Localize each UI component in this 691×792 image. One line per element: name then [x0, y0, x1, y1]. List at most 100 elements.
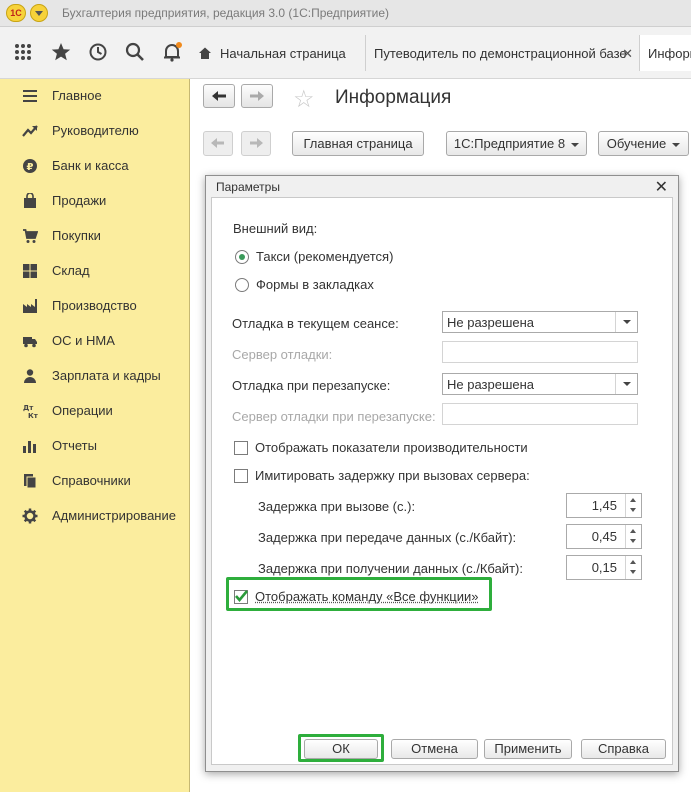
home-page-button[interactable]: Главная страница: [292, 131, 424, 156]
browser-back-button[interactable]: [203, 131, 233, 156]
debit-credit-icon: ДтКт: [22, 403, 38, 419]
1c-logo-icon[interactable]: 1С: [6, 4, 26, 22]
favorites-star-icon[interactable]: [50, 41, 72, 63]
sidebar-item-operations[interactable]: Дт Кт Операции: [0, 394, 190, 429]
apply-button[interactable]: Применить: [484, 739, 572, 759]
sidebar-item-production[interactable]: Производство: [0, 289, 190, 324]
delay-receive-label: Задержка при получении данных (с./Кбайт)…: [258, 561, 523, 576]
top-panel: Начальная страница Путеводитель по демон…: [0, 27, 691, 79]
chevron-down-icon[interactable]: [615, 374, 637, 394]
close-icon[interactable]: ✕: [655, 177, 668, 197]
sections-panel: Главное Руководителю ₽ Банк и касса Прод…: [0, 79, 190, 792]
truck-icon: [22, 333, 38, 349]
sidebar-item-label: Банк и касса: [52, 158, 129, 173]
delay-call-label: Задержка при вызове (с.):: [258, 499, 415, 514]
books-icon: [22, 473, 38, 489]
show-all-functions-checkbox[interactable]: [234, 590, 248, 604]
tab-label: Информация: [648, 46, 691, 61]
radio-taxi[interactable]: [235, 250, 249, 264]
shopping-bag-icon: [22, 193, 38, 209]
trend-chart-icon: [22, 123, 38, 139]
learning-menu-button[interactable]: Обучение: [598, 131, 689, 156]
back-button[interactable]: [203, 84, 235, 108]
show-performance-label[interactable]: Отображать показатели производительности: [255, 440, 528, 455]
cart-icon: [22, 228, 38, 244]
simulate-delay-label[interactable]: Имитировать задержку при вызовах сервера…: [255, 468, 530, 483]
warehouse-icon: [22, 263, 38, 279]
add-to-favorites-star-icon[interactable]: ☆: [293, 85, 315, 114]
history-icon[interactable]: [87, 41, 109, 63]
radio-tabs[interactable]: [235, 278, 249, 292]
learning-menu-label: Обучение: [607, 136, 666, 151]
debug-server-field[interactable]: [442, 341, 638, 363]
svg-text:₽: ₽: [27, 162, 34, 173]
tab-label: Путеводитель по демонстрационной базе: [374, 46, 627, 61]
bar-chart-icon: [22, 438, 38, 454]
delay-call-value: 1,45: [592, 498, 617, 513]
sidebar-item-payroll[interactable]: Зарплата и кадры: [0, 359, 190, 394]
delay-receive-input[interactable]: 0,15: [566, 555, 642, 580]
sidebar-item-warehouse[interactable]: Склад: [0, 254, 190, 289]
delay-send-input[interactable]: 0,45: [566, 524, 642, 549]
platform-menu-button[interactable]: 1С:Предприятие 8: [446, 131, 587, 156]
debug-restart-server-label: Сервер отладки при перезапуске:: [232, 409, 436, 424]
sidebar-item-label: Администрирование: [52, 508, 176, 523]
spinner-icon[interactable]: [625, 556, 641, 579]
arrow-left-icon: [204, 85, 234, 107]
close-icon[interactable]: ✕: [622, 46, 633, 62]
help-button[interactable]: Справка: [581, 739, 666, 759]
sidebar-item-label: Справочники: [52, 473, 131, 488]
svg-text:Дт: Дт: [23, 404, 34, 412]
delay-receive-value: 0,15: [592, 560, 617, 575]
page-title: Информация: [335, 87, 451, 109]
sidebar-item-label: Отчеты: [52, 438, 97, 453]
sidebar-item-sales[interactable]: Продажи: [0, 184, 190, 219]
ruble-coin-icon: ₽: [22, 158, 38, 174]
sidebar-item-label: Операции: [52, 403, 113, 418]
dialog-title: Параметры: [216, 180, 280, 194]
sidebar-item-main[interactable]: Главное: [0, 79, 190, 114]
browser-forward-button[interactable]: [241, 131, 271, 156]
debug-server-label: Сервер отладки:: [232, 347, 332, 362]
window-title-bar: 1С Бухгалтерия предприятия, редакция 3.0…: [0, 0, 691, 27]
notifications-bell-icon[interactable]: [161, 41, 183, 63]
house-icon: [198, 46, 212, 60]
debug-restart-value: Не разрешена: [447, 377, 534, 392]
search-icon[interactable]: [124, 41, 146, 63]
show-all-functions-label[interactable]: Отображать команду «Все функции»: [255, 589, 479, 604]
arrow-left-icon: [204, 132, 232, 154]
show-performance-checkbox[interactable]: [234, 441, 248, 455]
sidebar-item-management[interactable]: Руководителю: [0, 114, 190, 149]
tab-information[interactable]: Информация: [640, 35, 691, 71]
sidebar-item-bank[interactable]: ₽ Банк и касса: [0, 149, 190, 184]
chevron-down-icon[interactable]: [615, 312, 637, 332]
cancel-button[interactable]: Отмена: [391, 739, 478, 759]
debug-restart-select[interactable]: Не разрешена: [442, 373, 638, 395]
chevron-down-icon: [571, 143, 579, 147]
apps-grid-icon[interactable]: [12, 41, 34, 63]
main-menu-button[interactable]: [30, 4, 48, 22]
debug-restart-server-field[interactable]: [442, 403, 638, 425]
ok-button[interactable]: ОК: [304, 739, 378, 759]
radio-taxi-label[interactable]: Такси (рекомендуется): [256, 249, 393, 264]
simulate-delay-checkbox[interactable]: [234, 469, 248, 483]
radio-tabs-label[interactable]: Формы в закладках: [256, 277, 374, 292]
spinner-icon[interactable]: [625, 525, 641, 548]
sidebar-item-catalogs[interactable]: Справочники: [0, 464, 190, 499]
tab-demo-guide[interactable]: Путеводитель по демонстрационной базе ✕: [366, 35, 640, 71]
delay-send-value: 0,45: [592, 529, 617, 544]
spinner-icon[interactable]: [625, 494, 641, 517]
debug-restart-label: Отладка при перезапуске:: [232, 378, 390, 393]
forward-button[interactable]: [241, 84, 273, 108]
debug-current-select[interactable]: Не разрешена: [442, 311, 638, 333]
sidebar-item-reports[interactable]: Отчеты: [0, 429, 190, 464]
sidebar-item-label: Склад: [52, 263, 90, 278]
tab-home[interactable]: Начальная страница: [190, 35, 366, 71]
list-icon: [22, 88, 38, 104]
sidebar-item-label: Главное: [52, 88, 102, 103]
sidebar-item-purchases[interactable]: Покупки: [0, 219, 190, 254]
delay-call-input[interactable]: 1,45: [566, 493, 642, 518]
sidebar-item-fixed-assets[interactable]: ОС и НМА: [0, 324, 190, 359]
delay-send-label: Задержка при передаче данных (с./Кбайт):: [258, 530, 516, 545]
sidebar-item-administration[interactable]: Администрирование: [0, 499, 190, 534]
